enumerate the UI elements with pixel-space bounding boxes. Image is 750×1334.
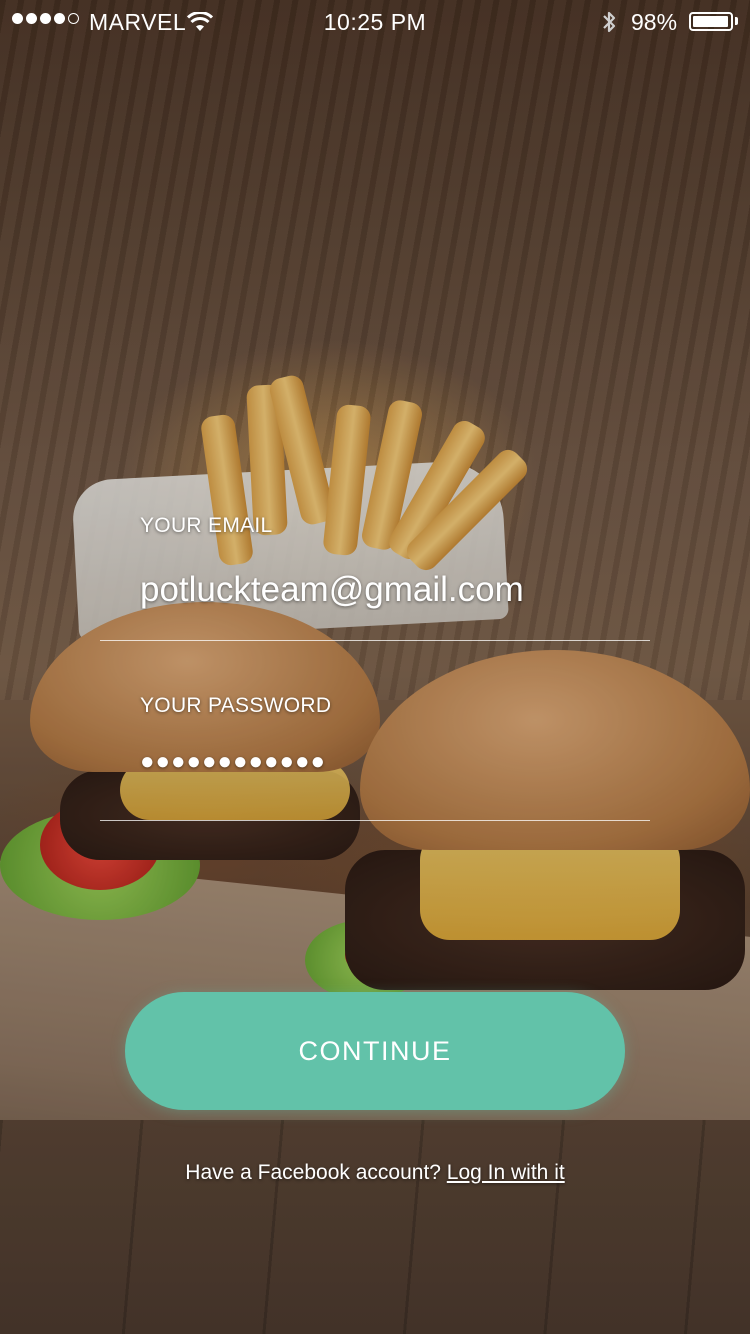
- password-label: YOUR PASSWORD: [140, 694, 332, 717]
- bluetooth-icon: [600, 9, 618, 41]
- password-field[interactable]: ●●●●●●●●●●●●: [140, 748, 326, 776]
- background-scrim: [0, 0, 750, 1334]
- facebook-login-link[interactable]: Log In with it: [447, 1161, 565, 1184]
- status-bar: MARVEL 10:25 PM 98%: [0, 0, 750, 40]
- login-screen: MARVEL 10:25 PM 98% YOUR EMAIL YOUR PASS…: [0, 0, 750, 1334]
- battery-icon: [689, 12, 733, 31]
- facebook-login-row: Have a Facebook account? Log In with it: [0, 1161, 750, 1185]
- battery-percent: 98%: [631, 9, 678, 35]
- email-label: YOUR EMAIL: [140, 514, 273, 537]
- battery-fill: [693, 16, 728, 27]
- battery-tip: [735, 17, 738, 25]
- facebook-prompt: Have a Facebook account?: [185, 1161, 447, 1184]
- continue-button[interactable]: CONTINUE: [125, 992, 625, 1110]
- password-underline: [100, 820, 650, 821]
- email-underline: [100, 640, 650, 641]
- email-field[interactable]: [140, 565, 640, 615]
